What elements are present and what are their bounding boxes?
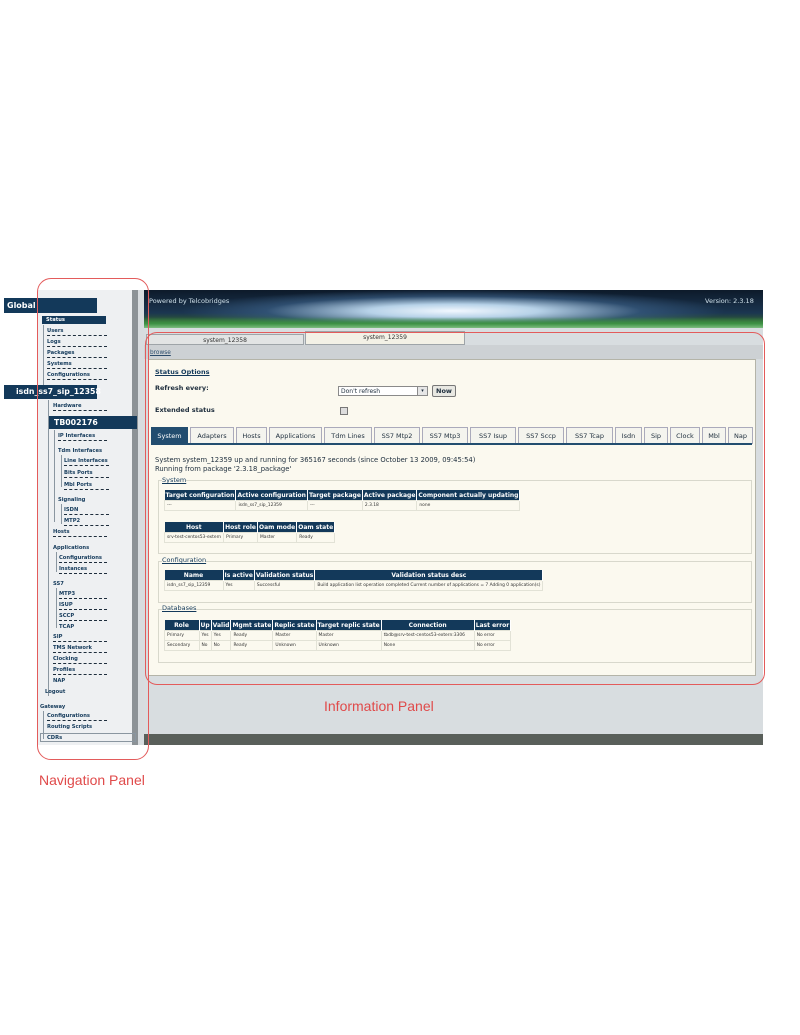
navigation-panel-outline [37, 278, 149, 760]
powered-by-text: Powered by Telcobridges [149, 297, 230, 305]
information-panel-caption: Information Panel [324, 698, 434, 714]
information-panel-outline [145, 332, 765, 685]
banner-horizon [144, 317, 763, 328]
version-text: Version: 2.3.18 [705, 297, 754, 305]
navigation-panel-caption: Navigation Panel [39, 772, 145, 788]
status-bar [144, 734, 763, 745]
